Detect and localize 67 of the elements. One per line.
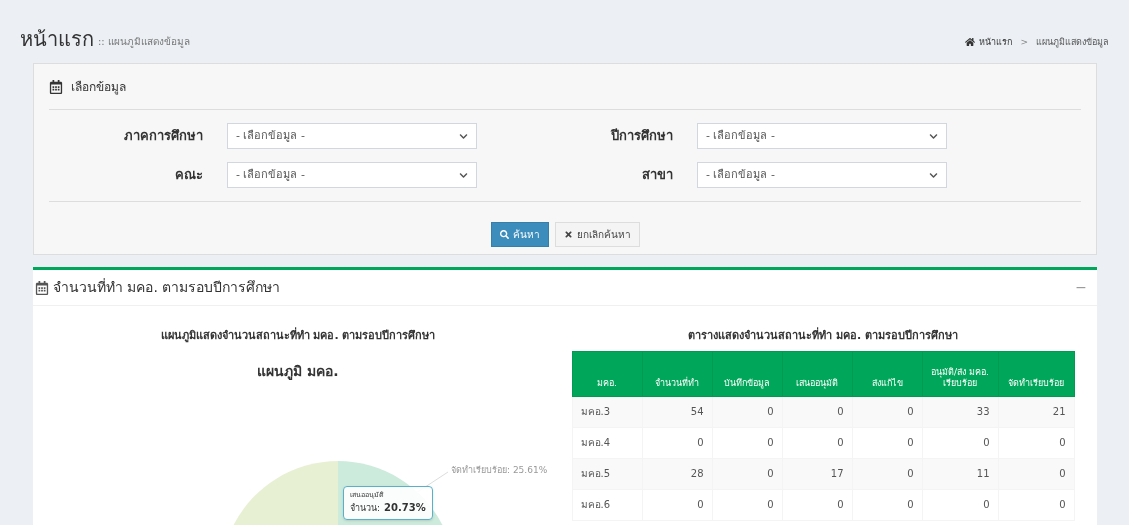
table-cell: 0 (782, 396, 852, 427)
table-cell: มคอ.5 (572, 458, 642, 489)
table-cell: 0 (998, 458, 1074, 489)
table-cell: มคอ.4 (572, 427, 642, 458)
search-button[interactable]: ค้นหา (490, 222, 549, 247)
tooltip-value: 20.73% (384, 501, 426, 515)
page-title: หน้าแรก (20, 29, 94, 49)
table-cell: 0 (852, 396, 922, 427)
table-cell: 0 (852, 427, 922, 458)
field-label: ปีการศึกษา (609, 127, 674, 146)
table-cell: 0 (852, 489, 922, 520)
breadcrumb-separator: > (1019, 35, 1029, 49)
panel-title: จำนวนที่ทำ มคอ. ตามรอบปีการศึกษา (53, 277, 281, 297)
table-cell: 0 (712, 396, 782, 427)
table-cell: 17 (782, 458, 852, 489)
select-field[interactable]: - เลือกข้อมูล - (227, 123, 477, 149)
tooltip-label: จำนวน: (350, 502, 381, 515)
select-field[interactable]: - เลือกข้อมูล - (697, 123, 947, 149)
table-cell: 0 (852, 458, 922, 489)
breadcrumb-link[interactable]: แผนภูมิแสดงข้อมูล (1036, 35, 1109, 49)
table-cell: 0 (712, 489, 782, 520)
table-caption: ตารางแสดงจำนวนสถานะที่ทำ มคอ. ตามรอบปีการศึกษา (688, 328, 958, 344)
column-header: ส่งแก้ไข (852, 351, 922, 396)
panel-title: เลือกข้อมูล (71, 78, 126, 96)
page-subtitle: :: แผนภูมิแสดงข้อมูล (98, 35, 190, 49)
chart-caption: แผนภูมิแสดงจำนวนสถานะที่ทำ มคอ. ตามรอบปีการศึกษา (160, 328, 436, 345)
column-header: บันทึกข้อมูล (712, 351, 782, 396)
field-label: คณะ (174, 166, 204, 185)
table-cell: 0 (998, 427, 1074, 458)
table-cell: 0 (642, 427, 712, 458)
chevron-icon (929, 131, 938, 141)
table-cell: 0 (998, 489, 1074, 520)
table-cell: 11 (922, 458, 998, 489)
table-cell: 0 (922, 427, 998, 458)
home-icon (965, 37, 976, 48)
column-header: มคอ. (572, 351, 642, 396)
table-cell: 0 (922, 489, 998, 520)
table-cell: 0 (782, 489, 852, 520)
table-cell: 54 (642, 396, 712, 427)
chevron-icon (459, 131, 468, 141)
column-header: เสนออนุมัติ (782, 351, 852, 396)
table-cell: 0 (782, 427, 852, 458)
table-cell: 0 (712, 427, 782, 458)
slice-label: จัดทำเรียบร้อย: 25.61% (451, 463, 548, 477)
table-cell: 28 (642, 458, 712, 489)
cancel-search-button[interactable]: ยกเลิกค้นหา (554, 222, 640, 247)
select-field[interactable]: - เลือกข้อมูล - (697, 162, 947, 188)
column-header: จัดทำเรียบร้อย (998, 351, 1074, 396)
table-cell: 33 (922, 396, 998, 427)
column-header: จำนวนที่ทำ (642, 351, 712, 396)
calendar-icon (49, 79, 63, 94)
select-field[interactable]: - เลือกข้อมูล - (227, 162, 477, 188)
chart-title: แผนภูมิ มคอ. (257, 361, 339, 382)
table-cell: 21 (998, 396, 1074, 427)
search-icon (499, 230, 509, 239)
chevron-icon (929, 170, 938, 180)
field-label: ภาคการศึกษา (123, 127, 204, 146)
column-header: อนุมัติ/ส่ง มคอ. เรียบร้อย (922, 351, 998, 396)
table-cell: มคอ.6 (572, 489, 642, 520)
table-cell: 0 (642, 489, 712, 520)
table-cell: 0 (712, 458, 782, 489)
calendar-icon (35, 280, 49, 295)
chevron-icon (459, 170, 468, 180)
field-label: สาขา (641, 166, 674, 185)
table-cell: มคอ.3 (572, 396, 642, 427)
breadcrumb-link[interactable]: หน้าแรก (979, 35, 1013, 49)
close-icon (563, 230, 573, 239)
